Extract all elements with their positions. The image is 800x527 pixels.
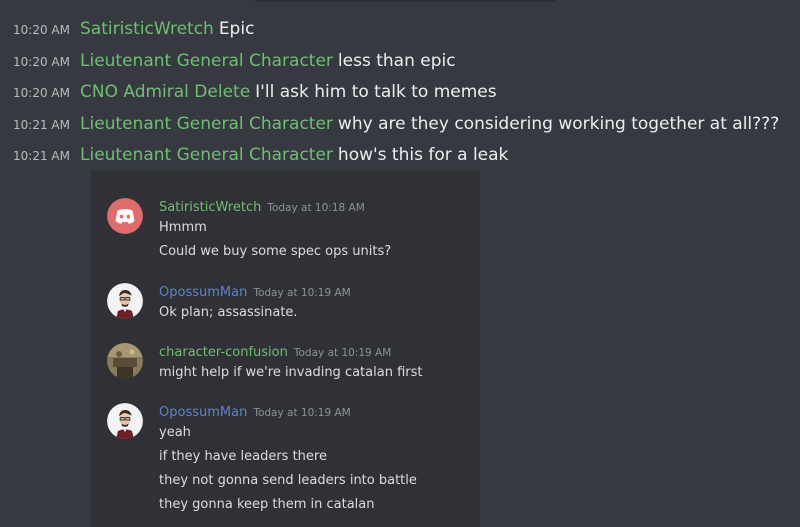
post-line: Hmmm <box>159 220 207 235</box>
message-author[interactable]: Lieutenant General Character <box>80 51 333 71</box>
message-text: why are they considering working togethe… <box>337 113 780 134</box>
post-line: if they have leaders there <box>159 449 327 464</box>
message-author[interactable]: Lieutenant General Character <box>80 114 333 134</box>
post-author[interactable]: OpossumMan <box>159 285 247 300</box>
post-author[interactable]: OpossumMan <box>159 405 247 420</box>
post-author[interactable]: character-confusion <box>159 345 288 360</box>
message-row[interactable]: 10:21 AM Lieutenant General Character how… <box>0 140 800 172</box>
message-row[interactable]: 10:21 AM Lieutenant General Character why… <box>0 109 800 141</box>
post-timestamp: Today at 10:19 AM <box>253 407 351 419</box>
embedded-screenshot[interactable]: SatiristicWretch Today at 10:18 AM Hmmm C… <box>91 170 480 527</box>
discord-logo-icon[interactable] <box>107 198 143 234</box>
post-timestamp: Today at 10:19 AM <box>293 347 392 359</box>
message-row[interactable]: 10:20 AM SatiristicWretch Epic <box>0 14 800 46</box>
message-timestamp: 10:21 AM <box>13 117 70 132</box>
chat-view: 10:20 AM SatiristicWretch Epic 10:20 AM L… <box>0 0 800 527</box>
cartoon-man-avatar-icon[interactable] <box>107 283 143 319</box>
post-author[interactable]: SatiristicWretch <box>159 200 261 215</box>
post-line: Ok plan; assassinate. <box>159 305 298 320</box>
divider <box>255 0 555 2</box>
message-row[interactable]: 10:20 AM CNO Admiral Delete I'll ask him … <box>0 77 800 109</box>
post-line: yeah <box>159 425 191 440</box>
message-timestamp: 10:21 AM <box>13 149 70 163</box>
message-author[interactable]: CNO Admiral Delete <box>80 82 250 102</box>
message-author[interactable]: Lieutenant General Character <box>80 145 333 165</box>
message-text: I'll ask him to talk to memes <box>255 82 497 102</box>
message-text: Epic <box>218 19 255 39</box>
message-timestamp: 10:20 AM <box>13 23 70 37</box>
photo-avatar-icon[interactable] <box>107 343 143 379</box>
message-timestamp: 10:20 AM <box>13 86 70 100</box>
post-line: Could we buy some spec ops units? <box>159 244 392 259</box>
cartoon-man-avatar-icon[interactable] <box>107 403 143 439</box>
message-author[interactable]: SatiristicWretch <box>80 19 214 39</box>
message-list[interactable]: 10:20 AM SatiristicWretch Epic 10:20 AM L… <box>0 14 800 172</box>
post-timestamp: Today at 10:19 AM <box>253 287 351 299</box>
message-row[interactable]: 10:20 AM Lieutenant General Character les… <box>0 46 800 78</box>
post-line: might help if we're invading catalan fir… <box>159 365 423 380</box>
post-line: they not gonna send leaders into battle <box>159 473 417 488</box>
post-timestamp: Today at 10:18 AM <box>267 202 365 214</box>
post-line: they gonna keep them in catalan <box>159 497 375 512</box>
message-timestamp: 10:20 AM <box>13 54 70 69</box>
message-text: less than epic <box>337 50 456 71</box>
message-text: how's this for a leak <box>337 145 509 165</box>
